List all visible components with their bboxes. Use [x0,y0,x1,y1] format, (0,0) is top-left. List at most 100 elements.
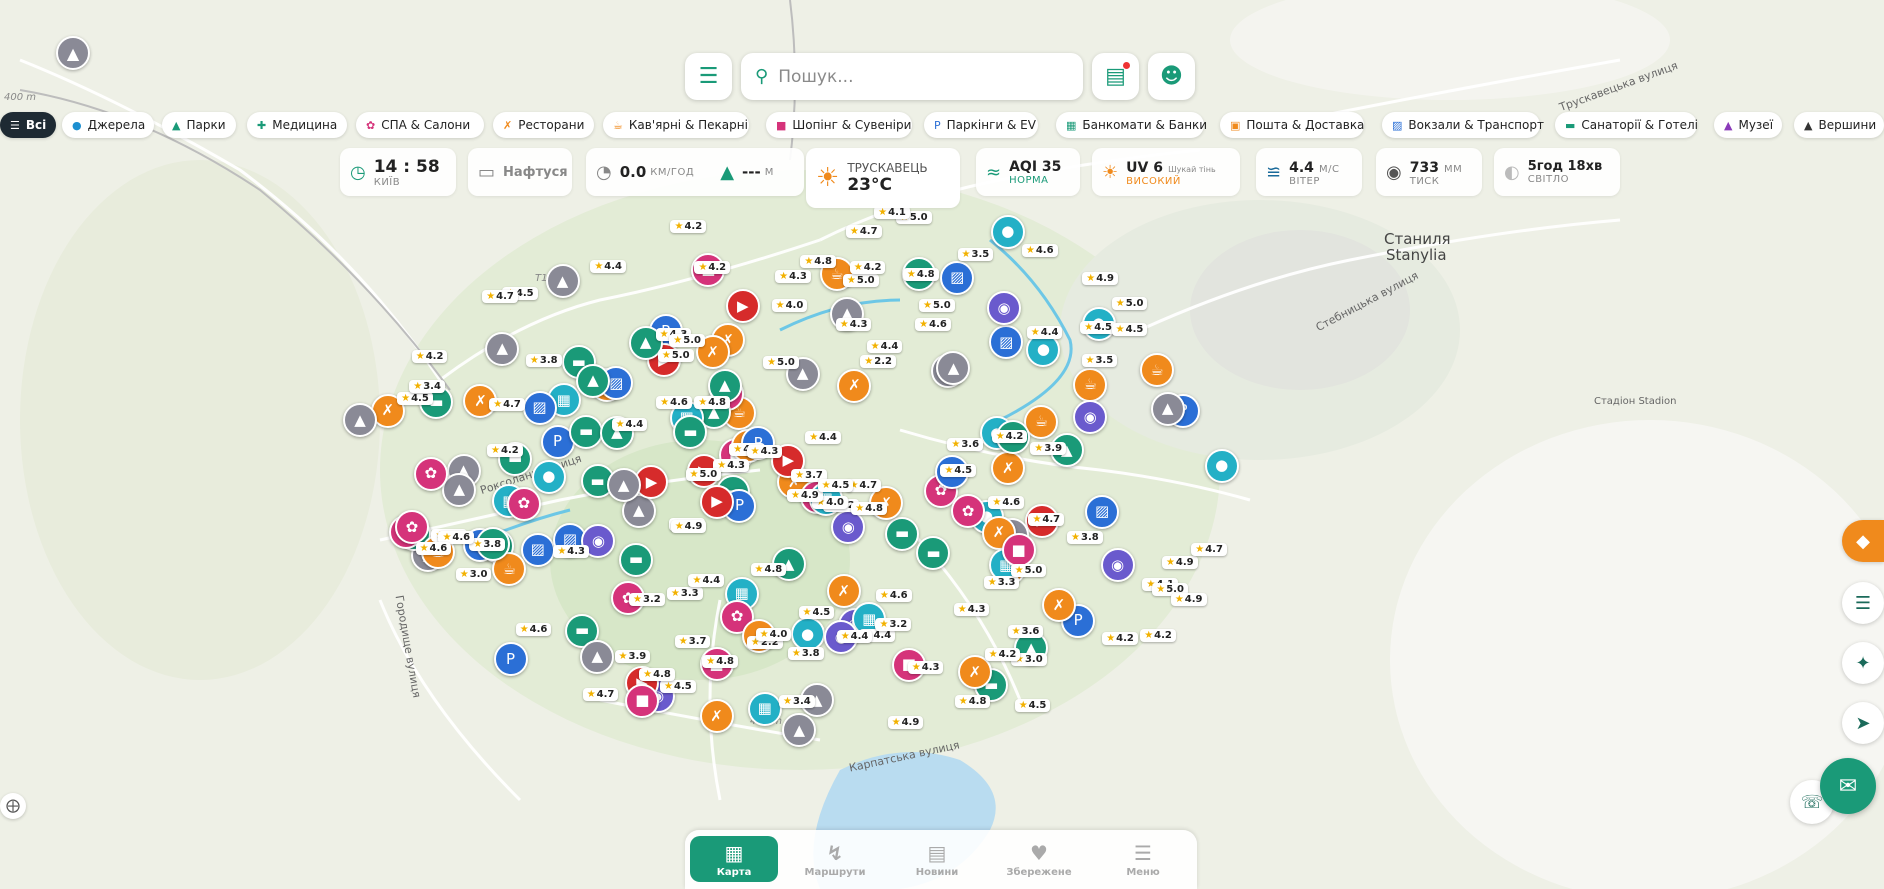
search-input[interactable] [778,66,1049,87]
bus-icon: ▨ [1392,118,1403,132]
poi-marker[interactable]: ● [1204,448,1239,483]
star-icon: ★ [879,590,889,601]
gauge-icon: ◉ [1386,161,1402,183]
chip-parks[interactable]: ▲ Парки [162,112,236,138]
weather-card: ☀ ТРУСКАВЕЦЬ 23°C [806,148,960,208]
star-icon: ★ [491,444,500,456]
chip-parking[interactable]: P Паркінги & EV [924,112,1038,138]
rating-value: 4.3 [727,459,745,471]
profile-button[interactable]: ☻ [1148,53,1195,100]
poi-marker[interactable]: ▲ [485,331,520,366]
poi-marker[interactable]: ▨ [1085,494,1120,529]
poi-marker[interactable]: ◉ [1100,548,1135,583]
poi-marker[interactable]: ✗ [699,699,734,734]
stadium-label: Стадіон Stadion [1594,396,1677,407]
chat-button[interactable]: ✉ [1820,758,1876,814]
nav-map[interactable]: ▦ Карта [690,836,778,882]
poi-marker[interactable]: ■ [625,683,660,718]
poi-marker[interactable]: ● [531,459,566,494]
poi-marker[interactable]: ▨ [522,390,557,425]
poi-marker[interactable]: ▲ [1150,391,1185,426]
poi-marker[interactable]: ▲ [545,264,580,299]
rating-value: 3.7 [688,636,707,648]
nav-saved[interactable]: ♥ Збережене [995,836,1083,882]
poi-marker[interactable]: ✗ [1041,588,1076,623]
poi-marker[interactable]: ▦ [747,691,782,726]
clock-icon: ◷ [350,161,366,183]
poi-marker[interactable]: ▲ [343,403,377,438]
poi-marker[interactable]: ☕ [1139,353,1174,388]
poi-marker[interactable]: ▬ [619,542,653,577]
chip-medicine[interactable]: ✚ Медицина [247,112,347,138]
bag-icon: ■ [1011,540,1026,559]
poi-marker[interactable]: ▶ [699,484,734,519]
poi-marker[interactable]: ✿ [413,456,448,491]
star-icon: ★ [557,545,567,557]
poi-marker[interactable]: ✿ [394,510,429,545]
bag-icon: ■ [635,691,650,710]
chip-shopping[interactable]: ■ Шопінг & Сувеніри [766,112,912,138]
nav-menu[interactable]: ☰ Меню [1099,836,1187,882]
rating-badge: ★4.3 [746,445,783,459]
poi-marker[interactable]: ◉ [987,291,1022,326]
rating-value: 4.3 [567,545,585,557]
search-bar[interactable]: ⚲ [741,53,1083,100]
nav-routes[interactable]: ↯ Маршрути [791,836,879,882]
poi-marker[interactable]: ● [990,214,1025,249]
compass-button[interactable]: ⨁ [0,793,26,819]
nav-news[interactable]: ▤ Новини [893,836,981,882]
chip-transport[interactable]: ▨ Вокзали & Транспорт [1382,112,1544,138]
rating-value: 4.3 [967,603,986,615]
poi-marker[interactable]: ▶ [725,289,760,324]
poi-marker[interactable]: ✗ [826,574,861,609]
poi-marker[interactable]: ✗ [837,368,872,403]
chip-post[interactable]: ▣ Пошта & Доставка [1220,112,1364,138]
chip-peaks[interactable]: ▲ Вершини [1794,112,1884,138]
rating-badge: ★4.6 [988,495,1025,509]
news-button[interactable]: ▤ [1092,53,1139,100]
chip-hotels[interactable]: ▬ Санаторії & Готелі [1555,112,1698,138]
chip-restaurants[interactable]: ✗ Ресторани [493,112,594,138]
sun-icon: ☀ [816,163,840,193]
poi-marker[interactable]: ■ [1001,533,1036,568]
chip-springs[interactable]: ● Джерела [62,112,154,138]
poi-marker[interactable]: ▲ [580,639,615,674]
chip-museums[interactable]: ▲ Музеї [1714,112,1782,138]
museum-marker[interactable]: ▲ [56,36,90,70]
uv-sun-icon: ☀ [1102,161,1119,183]
gift-button[interactable]: ◆ [1842,520,1884,562]
rating-badge: ★3.7 [674,635,711,649]
rating-value: 4.7 [596,689,615,701]
drop-icon: ● [72,118,82,132]
poi-marker[interactable]: P [493,642,528,677]
bus-icon: ▨ [1094,502,1110,521]
chip-spa[interactable]: ✿ СПА & Салони [356,112,484,138]
rating-badge: ★4.2 [984,648,1021,662]
bus-icon: ▨ [532,398,547,417]
poi-marker[interactable]: ▬ [569,414,604,449]
chip-atm[interactable]: ▦ Банкомати & Банки [1056,112,1207,138]
poi-marker[interactable]: ▨ [520,532,555,567]
poi-marker[interactable]: ▲ [576,363,611,398]
poi-marker[interactable]: ▨ [940,260,975,295]
star-icon: ★ [958,696,968,708]
bed-icon: ▬ [628,550,644,569]
chip-cafes[interactable]: ☕ Кав'ярні & Пекарні [603,112,749,138]
coffee-icon: ☕ [613,118,623,132]
poi-marker[interactable]: ▬ [885,516,920,551]
chip-all[interactable]: ☰ Всі [0,112,56,138]
menu-button[interactable]: ☰ [685,53,732,100]
rating-value: 4.8 [716,656,734,668]
poi-marker[interactable]: ▲ [606,468,641,503]
layers-button[interactable]: ☰ [1842,582,1884,624]
star-icon: ★ [783,695,792,707]
lotus-icon: ✿ [366,118,376,132]
poi-marker[interactable]: ☕ [1073,367,1108,402]
gift-icon: ◆ [1856,530,1870,552]
poi-marker[interactable]: ✿ [506,486,541,521]
share-button[interactable]: ✦ [1842,642,1884,684]
navigate-button[interactable]: ➤ [1842,702,1884,744]
rating-badge: ★4.5 [1080,320,1116,334]
star-icon: ★ [754,563,764,575]
youtube-icon: ▶ [645,472,658,491]
